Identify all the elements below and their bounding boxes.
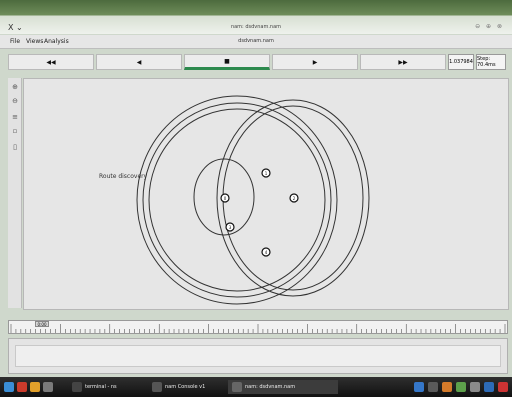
clock-icon[interactable] <box>470 382 480 392</box>
node-3[interactable]: 3 <box>225 222 235 232</box>
start-menu-icons[interactable] <box>4 380 56 394</box>
node-0-label: 0 <box>224 196 227 201</box>
left-control-panel: ⊕ ⊖ ≡ ▫ ▯ <box>8 78 22 308</box>
stop-button[interactable]: ■ <box>184 54 270 70</box>
pan-icon[interactable]: ≡ <box>10 112 20 122</box>
taskbar-item-nam-label: nam: dsdvnam.nam <box>245 384 296 390</box>
node-4-label: 4 <box>265 250 268 255</box>
info-pane <box>8 338 508 374</box>
window-titlebar: X ⌄ nam: dsdvnam.nam ⊖ ⊕ ⊗ <box>0 0 512 34</box>
info-pane-inner <box>15 345 501 367</box>
network-animation-canvas[interactable]: Route discovery 0 1 2 3 4 <box>23 78 509 310</box>
user-icon[interactable] <box>484 382 494 392</box>
fast-forward-button[interactable]: ▶▶ <box>360 54 446 70</box>
menubar: File Views Analysis dsdvnam.nam <box>0 35 512 49</box>
system-tray <box>414 380 508 394</box>
ns-file-label: dsdvnam.nam <box>238 38 274 44</box>
battery-icon[interactable] <box>456 382 466 392</box>
volume-icon[interactable] <box>428 382 438 392</box>
node-4[interactable]: 4 <box>261 247 271 257</box>
window-controls[interactable]: ⊖ ⊕ ⊗ <box>475 23 504 30</box>
node-2[interactable]: 2 <box>289 193 299 203</box>
timeline-ticks <box>10 324 506 333</box>
step-slider[interactable]: Step: 70.4ms <box>476 54 506 70</box>
network-icon[interactable] <box>414 382 424 392</box>
play-button[interactable]: ▶ <box>272 54 358 70</box>
zoom-out-icon[interactable]: ⊖ <box>10 96 20 106</box>
window-title: nam: dsdvnam.nam <box>230 24 282 30</box>
playback-toolbar: ◀◀ ◀ ■ ▶ ▶▶ 1.037984 Step: 70.4ms <box>8 52 508 72</box>
taskbar-item-terminal[interactable]: terminal - ns <box>72 380 142 394</box>
slider-icon[interactable]: ▯ <box>10 142 20 152</box>
time-display: 1.037984 <box>448 54 474 70</box>
timeline-ruler[interactable]: 0:00 <box>8 320 508 334</box>
taskbar: terminal - ns nam Console v1 nam: dsdvna… <box>0 377 512 397</box>
zoom-in-icon[interactable]: ⊕ <box>10 82 20 92</box>
power-icon[interactable] <box>498 382 508 392</box>
node-1-label: 1 <box>265 171 268 176</box>
edit-icon[interactable]: ▫ <box>10 126 20 136</box>
taskbar-item-nam[interactable]: nam: dsdvnam.nam <box>228 380 338 394</box>
node-1[interactable]: 1 <box>261 168 271 178</box>
rewind-button[interactable]: ◀◀ <box>8 54 94 70</box>
node-2-label: 2 <box>293 196 296 201</box>
node-0[interactable]: 0 <box>220 193 230 203</box>
taskbar-item-console[interactable]: nam Console v1 <box>152 380 222 394</box>
taskbar-item-console-label: nam Console v1 <box>165 384 206 390</box>
back-button[interactable]: ◀ <box>96 54 182 70</box>
node-3-label: 3 <box>229 225 232 230</box>
timeline-handle[interactable]: 0:00 <box>35 321 49 327</box>
nodes-layer: 0 1 2 3 4 <box>220 168 299 257</box>
taskbar-item-terminal-label: terminal - ns <box>85 384 117 390</box>
update-icon[interactable] <box>442 382 452 392</box>
